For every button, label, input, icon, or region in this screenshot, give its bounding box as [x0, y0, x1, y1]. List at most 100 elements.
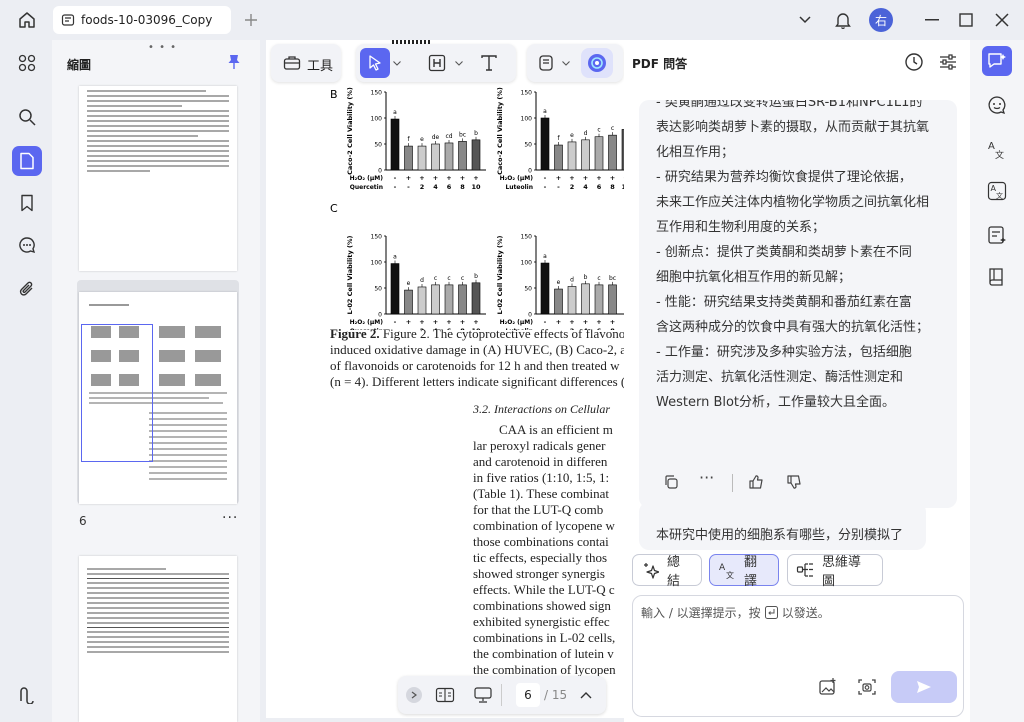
significance-letter: b: [474, 130, 478, 137]
h2o2-sign: +: [610, 174, 615, 182]
mind-map-chip[interactable]: 思維導圖: [787, 554, 883, 586]
current-page-input[interactable]: 6: [516, 683, 540, 707]
answer-line: - 工作量：研究涉及多种实验方法，包括细胞: [639, 340, 957, 365]
bar: [445, 143, 453, 170]
compound-label: Luteolin: [505, 184, 533, 191]
panel-ylabel: Caco-2 Cell Viability (%): [346, 87, 354, 175]
thumbs-up-icon[interactable]: [745, 471, 767, 493]
minimize-icon[interactable]: [920, 8, 944, 32]
select-cursor-icon[interactable]: [360, 48, 390, 78]
copy-icon[interactable]: [661, 472, 681, 492]
significance-letter: e: [407, 280, 411, 287]
settings-sliders-icon[interactable]: [937, 51, 959, 73]
placeholder-suffix: 以發送。: [782, 604, 830, 621]
answer-line: 化相互作用；: [639, 140, 957, 165]
chat-bot-icon[interactable]: [982, 90, 1012, 120]
h2o2-sign: +: [596, 318, 601, 326]
significance-letter: e: [420, 136, 424, 143]
significance-letter: b: [474, 273, 478, 280]
h2o2-sign: -: [544, 318, 547, 326]
image-upload-icon[interactable]: [817, 676, 839, 698]
dose-value: -: [394, 183, 397, 191]
answer-card: - 类黄酮通过改变转运蛋白SR-B1和NPC1L1的表达影响类胡萝卜素的摄取，从…: [639, 100, 957, 508]
thumbnails-icon[interactable]: [12, 146, 42, 176]
history-clock-icon[interactable]: [903, 51, 925, 73]
screenshot-icon[interactable]: [856, 676, 878, 698]
new-tab-plus-icon[interactable]: [240, 8, 262, 32]
bar: [418, 287, 426, 314]
h2o2-sign: +: [583, 318, 588, 326]
home-icon[interactable]: [14, 8, 40, 32]
ai-assistant-icon[interactable]: [581, 48, 613, 78]
title-bar: foods-10-03096_Copy 右: [0, 0, 1024, 40]
bar: [445, 285, 453, 314]
maximize-icon[interactable]: [954, 8, 978, 32]
panel-label: C: [330, 202, 338, 215]
body-line: the combination of lutein v: [473, 646, 624, 662]
dose-value: 6: [597, 183, 602, 191]
chevron-down-icon[interactable]: [561, 58, 571, 68]
panel-drag-handle[interactable]: • • •: [148, 42, 177, 53]
brand-logo-icon[interactable]: [12, 680, 42, 710]
page-layout-icon[interactable]: [434, 685, 456, 705]
apps-grid-icon[interactable]: [12, 48, 42, 78]
panel-ytick: 0: [528, 312, 532, 319]
bell-icon[interactable]: [832, 8, 854, 32]
chevron-up-icon[interactable]: [578, 687, 594, 703]
pin-icon[interactable]: [224, 52, 244, 72]
tools-label: 工具: [307, 55, 333, 74]
more-options-icon[interactable]: ···: [699, 468, 714, 487]
user-avatar[interactable]: 右: [869, 8, 893, 32]
bar: [555, 289, 563, 314]
left-toolbar: [0, 40, 52, 722]
divider: [501, 684, 502, 706]
thumbnail-more-icon[interactable]: ···: [222, 510, 238, 526]
h2o2-label: H₂O₂ (μM): [500, 175, 534, 182]
collapse-chevron-icon[interactable]: [406, 687, 422, 703]
close-icon[interactable]: [990, 8, 1014, 32]
caption-line: induced oxidative damage in (A) HUVEC, (…: [330, 342, 624, 358]
text-tool-icon[interactable]: [478, 52, 500, 74]
page-navigator: 6 / 15: [398, 676, 606, 714]
significance-letter: c: [447, 275, 450, 282]
stamp-tool-icon[interactable]: [535, 52, 557, 74]
search-icon[interactable]: [12, 102, 42, 132]
body-line: for that the LUT-Q comb: [473, 502, 624, 518]
chevron-down-icon[interactable]: [392, 58, 402, 68]
h2o2-sign: -: [394, 318, 397, 326]
svg-text:A: A: [988, 141, 995, 152]
presentation-icon[interactable]: [472, 685, 494, 705]
comment-icon[interactable]: [12, 230, 42, 260]
thumbnail-page-7[interactable]: [79, 556, 237, 722]
chevron-down-icon[interactable]: [795, 9, 815, 31]
significance-letter: e: [557, 279, 561, 286]
thumbnail-page-5[interactable]: [79, 86, 237, 271]
panel-ytick: 150: [371, 234, 383, 241]
pdf-qa-icon[interactable]: [982, 46, 1012, 76]
answer-line: 表达影响类胡萝卜素的摄取，从而贡献于其抗氧: [639, 115, 957, 140]
bookmark-icon[interactable]: [12, 188, 42, 218]
follow-up-question[interactable]: 本研究中使用的细胞系有哪些，分别模拟了: [639, 502, 926, 550]
book-icon[interactable]: [982, 262, 1012, 292]
translate-icon: A文: [718, 561, 736, 579]
document-viewer[interactable]: BCCaco-2 Cell Viability (%)150100500a--f…: [266, 40, 624, 718]
translate-icon[interactable]: A文: [982, 134, 1012, 164]
tools-button[interactable]: 工具: [271, 44, 341, 82]
thumbs-down-icon[interactable]: [783, 471, 805, 493]
question-input[interactable]: 輸入 / 以選擇提示，按 以發送。: [632, 595, 964, 717]
bar: [405, 290, 413, 314]
chevron-down-icon[interactable]: [454, 58, 464, 68]
answer-text: - 类黄酮通过改变转运蛋白SR-B1和NPC1L1的表达影响类胡萝卜素的摄取，从…: [639, 100, 957, 415]
mind-map-label: 思維導圖: [822, 551, 872, 589]
significance-letter: bc: [459, 131, 466, 138]
bar: [405, 146, 413, 170]
ai-note-icon[interactable]: [982, 220, 1012, 250]
attachment-icon[interactable]: [12, 274, 42, 304]
document-tab[interactable]: foods-10-03096_Copy: [53, 6, 231, 34]
ai-translate-icon[interactable]: A文: [982, 176, 1012, 206]
highlight-tool-icon[interactable]: [426, 52, 448, 74]
translate-chip[interactable]: A文 翻譯: [709, 554, 779, 586]
thumbnail-page-6[interactable]: [79, 292, 237, 504]
summarize-chip[interactable]: 總結: [632, 554, 702, 586]
send-button[interactable]: [891, 671, 957, 703]
